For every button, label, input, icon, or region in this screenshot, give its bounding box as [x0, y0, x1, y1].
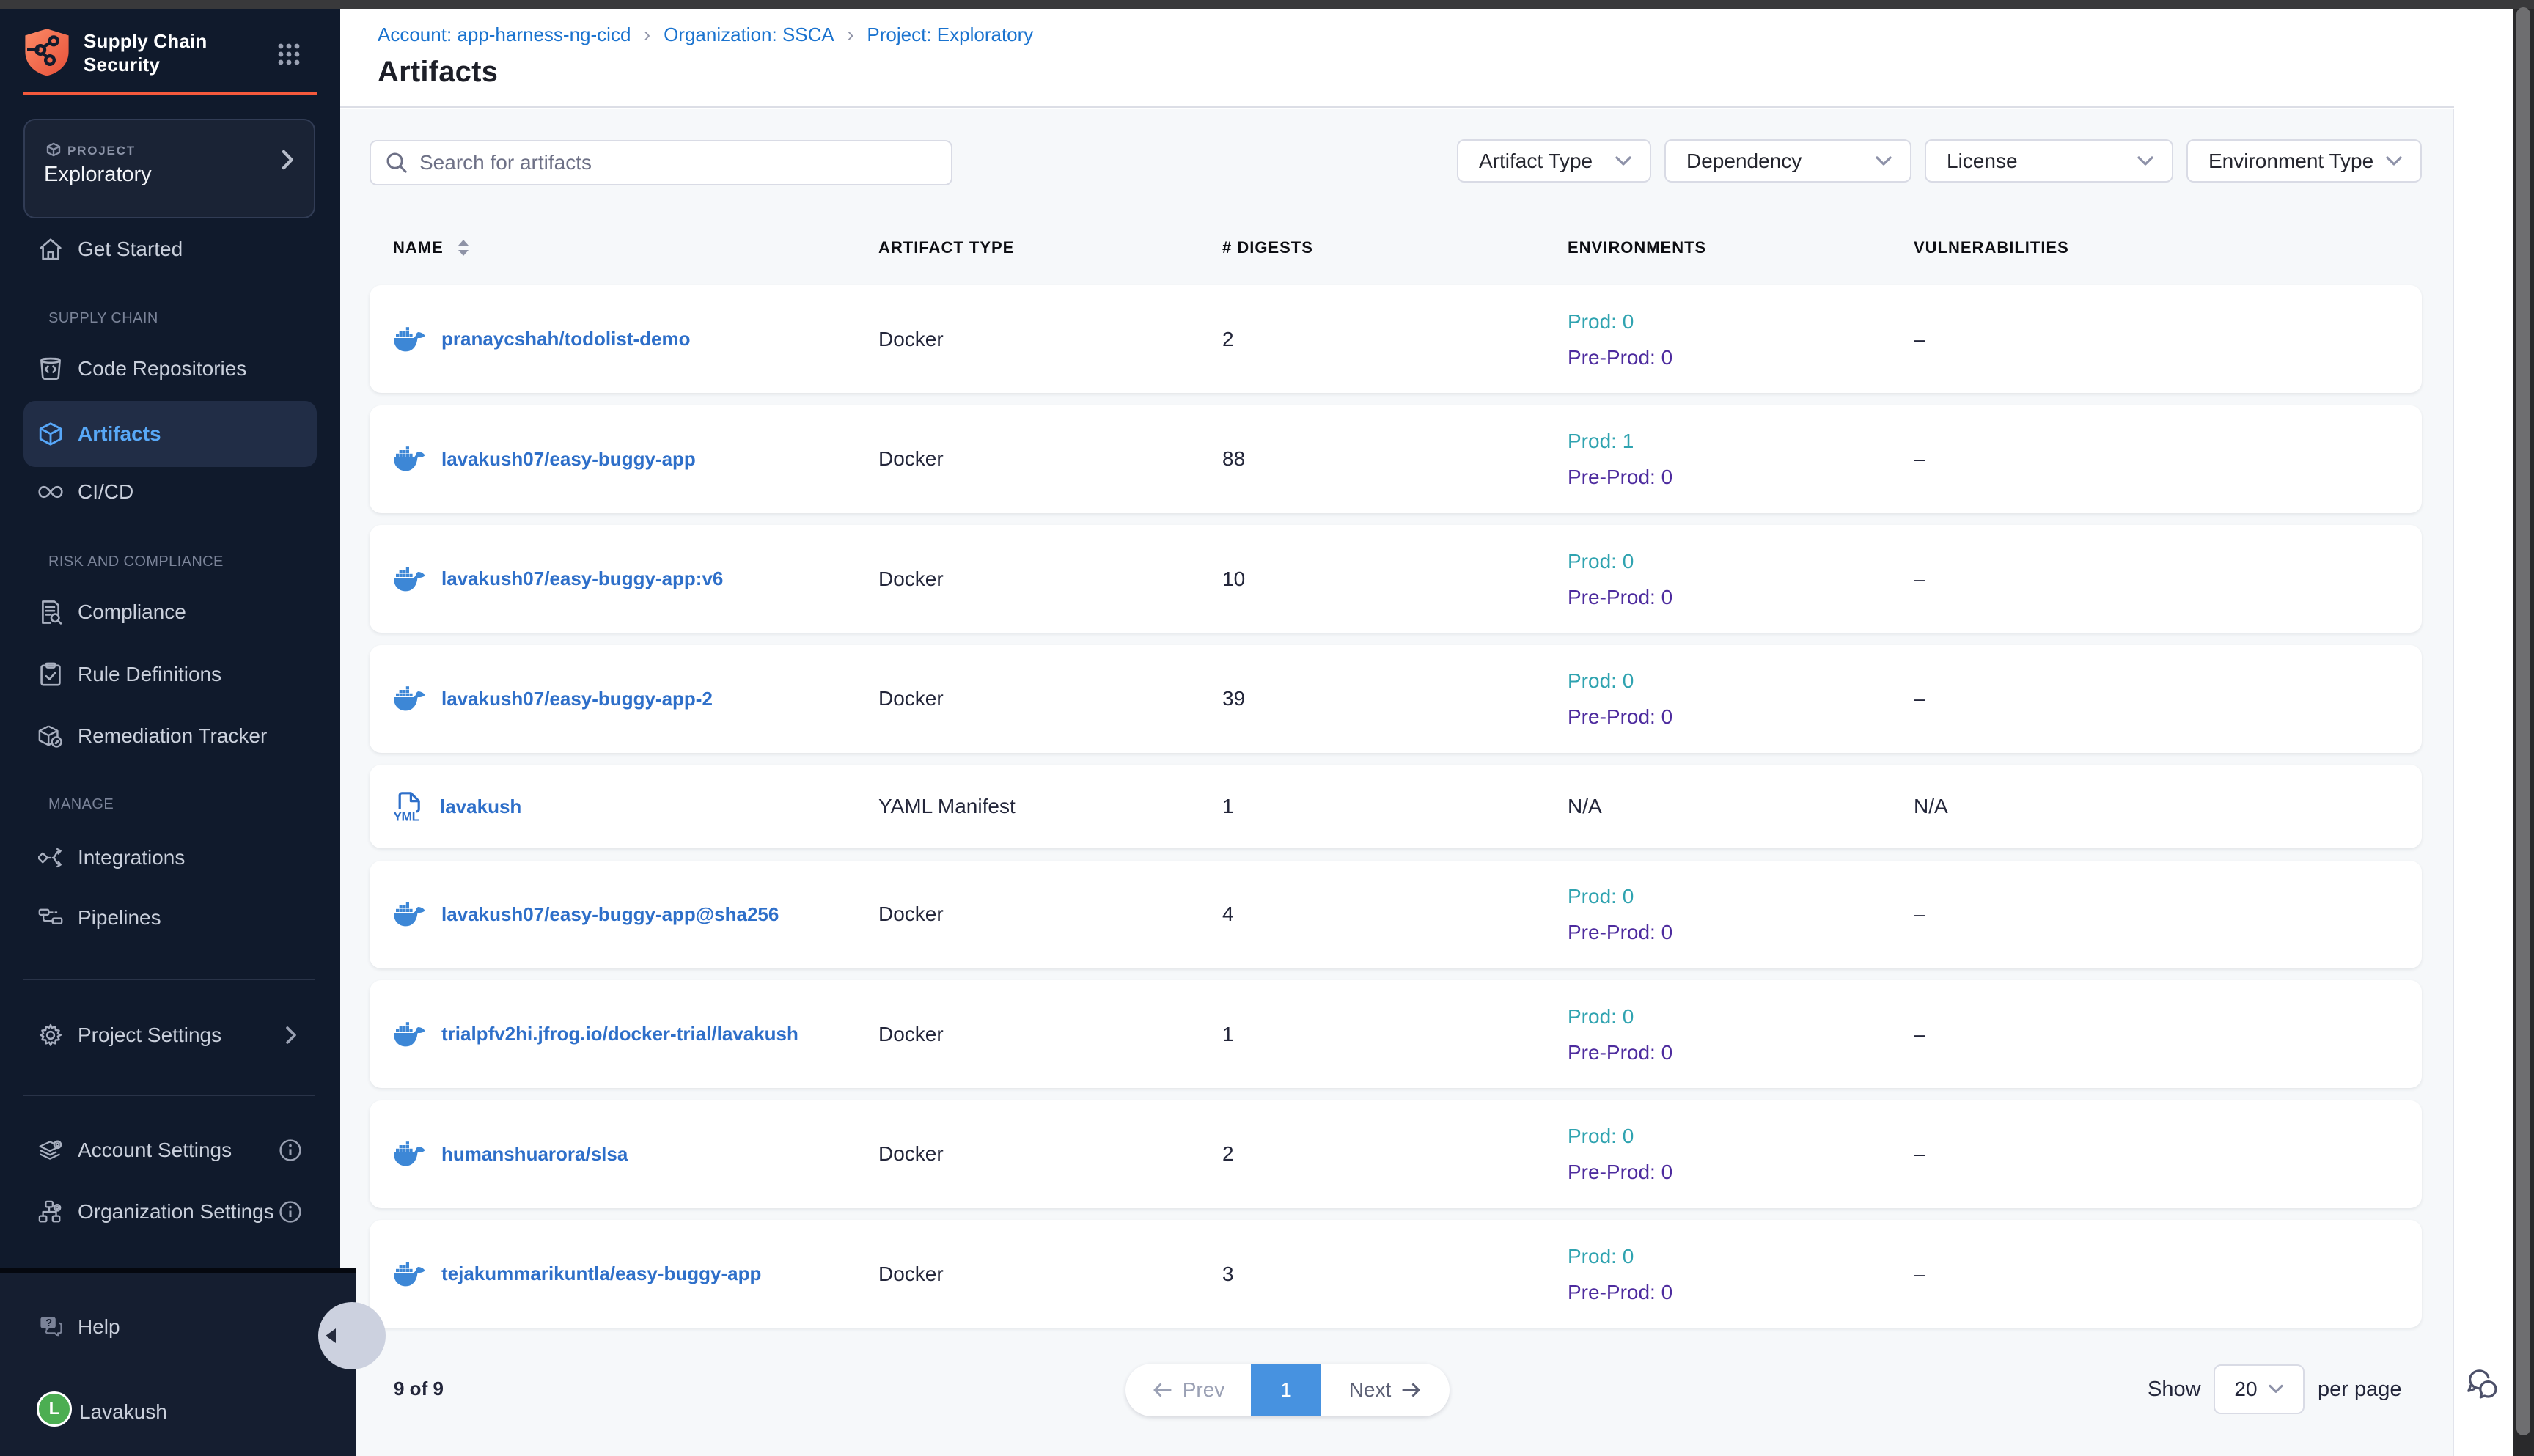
svg-text:?: ?	[45, 1317, 52, 1329]
svg-text:YML: YML	[393, 809, 419, 822]
